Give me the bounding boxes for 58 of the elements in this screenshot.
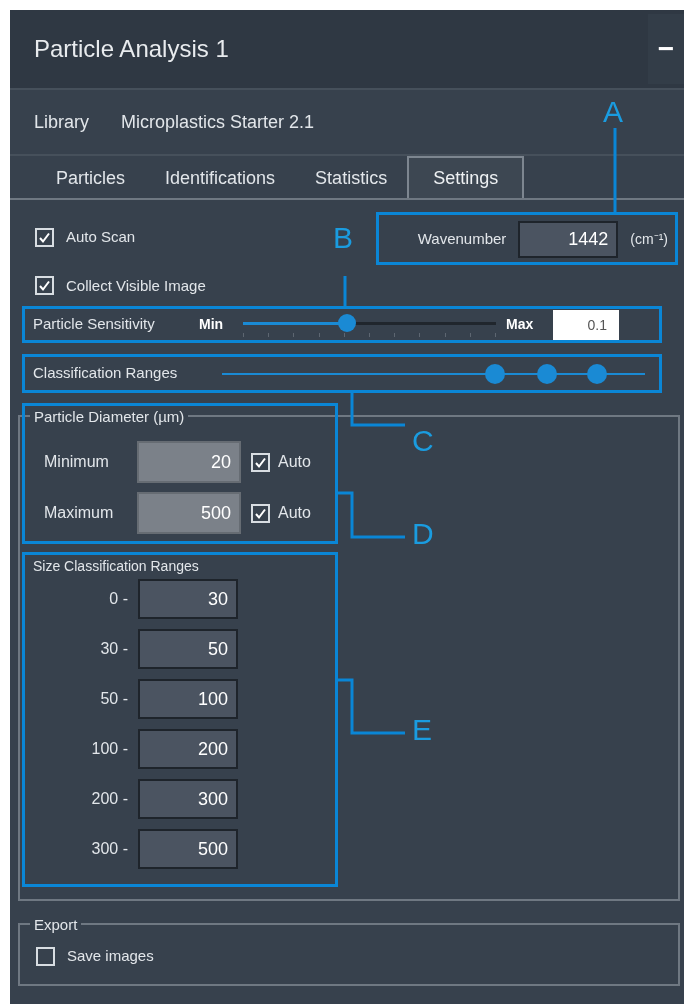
callout-letter: C bbox=[412, 425, 434, 457]
range-end-field[interactable]: 200 bbox=[138, 729, 238, 769]
leader-line bbox=[338, 491, 405, 539]
min-label: Min bbox=[199, 315, 225, 334]
tab[interactable]: Statistics bbox=[295, 158, 408, 198]
classification-label: Classification Ranges bbox=[33, 363, 179, 384]
range-start: 30 - bbox=[99, 639, 128, 659]
leader-line bbox=[343, 276, 347, 306]
range-end-field[interactable]: 500 bbox=[138, 829, 238, 869]
unit-label: (cm⁻¹) bbox=[630, 229, 668, 249]
library-name: Microplastics Starter 2.1 bbox=[121, 110, 315, 134]
tab[interactable]: Settings bbox=[407, 156, 525, 198]
range-start: 100 - bbox=[90, 739, 128, 759]
callout-letter: A bbox=[603, 96, 623, 128]
range-end-field[interactable]: 100 bbox=[138, 679, 238, 719]
diameter-field[interactable]: 500 bbox=[137, 492, 241, 534]
sensitivity-label: Particle Sensitivity bbox=[33, 314, 156, 335]
wavenumber-label: Wavenumber bbox=[417, 228, 507, 249]
checkmark-icon bbox=[254, 506, 267, 520]
checkbox[interactable] bbox=[35, 227, 54, 247]
callout-letter: D bbox=[412, 518, 434, 550]
callout-letter: E bbox=[412, 714, 432, 746]
checkbox[interactable] bbox=[251, 503, 270, 523]
callout-letter: B bbox=[333, 222, 353, 254]
range-start: 50 - bbox=[99, 689, 128, 709]
wavenumber-field[interactable]: 1442 bbox=[518, 220, 619, 258]
library-label: Library bbox=[34, 110, 90, 134]
checkmark-icon bbox=[38, 279, 51, 293]
diameter-label: Minimum bbox=[44, 452, 110, 472]
range-slider[interactable] bbox=[222, 363, 645, 384]
auto-label: Auto bbox=[278, 503, 311, 523]
tab[interactable]: Identifications bbox=[145, 158, 296, 198]
panel-title: Particle Analysis 1 bbox=[33, 34, 229, 64]
checkbox-label: Save images bbox=[67, 946, 154, 966]
sensitivity-field[interactable]: 0.1 bbox=[553, 309, 619, 340]
leader-line bbox=[338, 678, 405, 735]
range-start: 0 - bbox=[108, 589, 128, 609]
leader-line bbox=[350, 393, 405, 427]
tab[interactable]: Particles bbox=[36, 158, 146, 198]
size-ranges-title: Size Classification Ranges bbox=[33, 557, 200, 576]
checkbox-label: Auto Scan bbox=[66, 227, 136, 247]
range-end-field[interactable]: 300 bbox=[138, 779, 238, 819]
diameter-field[interactable]: 20 bbox=[137, 441, 241, 483]
range-end-field[interactable]: 50 bbox=[138, 629, 238, 669]
auto-label: Auto bbox=[278, 452, 311, 472]
checkbox[interactable] bbox=[36, 946, 55, 966]
checkbox[interactable] bbox=[35, 276, 54, 296]
range-start: 200 - bbox=[90, 789, 128, 809]
checkmark-icon bbox=[38, 230, 51, 244]
collapse-button[interactable]: − bbox=[648, 14, 684, 84]
max-label: Max bbox=[506, 315, 535, 334]
range-end-field[interactable]: 30 bbox=[138, 579, 238, 619]
sensitivity-slider[interactable] bbox=[243, 312, 496, 337]
checkbox-label: Collect Visible Image bbox=[66, 275, 206, 296]
diameter-label: Maximum bbox=[44, 503, 115, 523]
range-start: 300 - bbox=[90, 839, 128, 859]
checkmark-icon bbox=[254, 455, 267, 469]
checkbox[interactable] bbox=[251, 452, 270, 472]
